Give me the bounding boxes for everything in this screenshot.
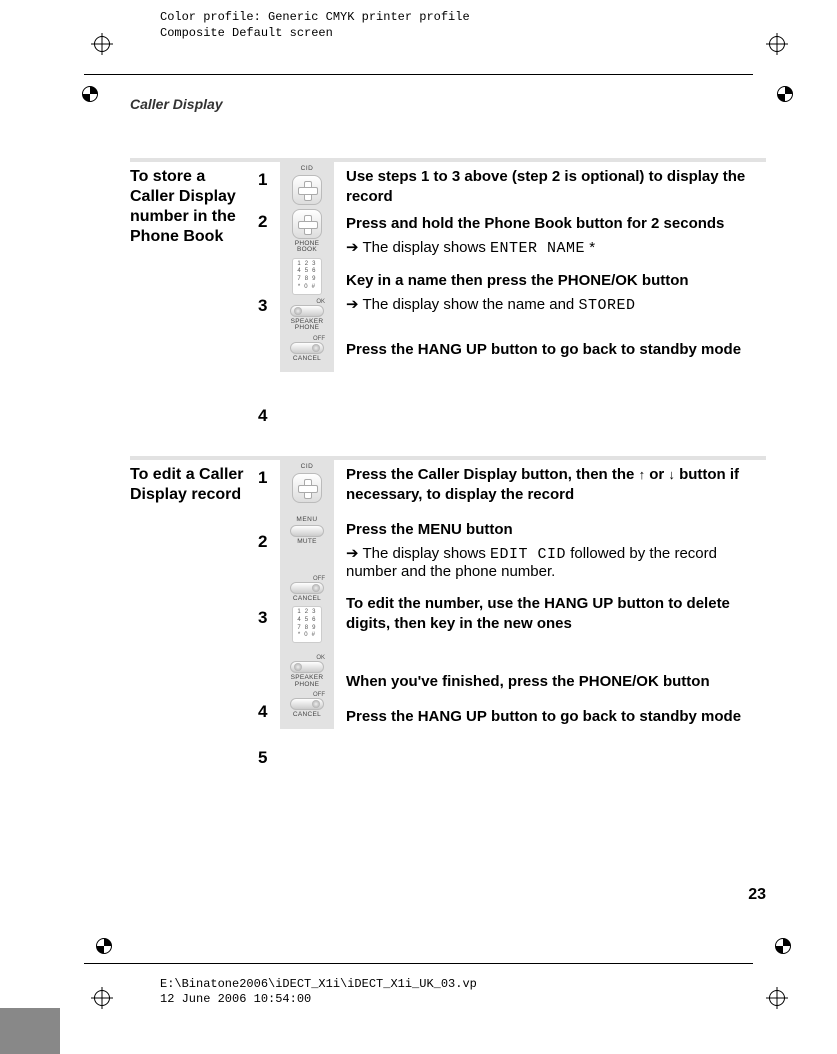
registration-mark-icon bbox=[769, 990, 785, 1006]
step-text: Press the MENU button bbox=[346, 520, 766, 540]
step-number: 2 bbox=[258, 212, 280, 232]
crop-line-bottom bbox=[84, 963, 753, 964]
icon-column: CID PHONE BOOK 1 2 3 4 5 6 7 8 9 * 0 # O… bbox=[280, 162, 334, 372]
prepress-line1: Color profile: Generic CMYK printer prof… bbox=[160, 10, 470, 26]
crop-line-top bbox=[84, 74, 753, 75]
result-line: ➔ The display shows EDIT CID followed by… bbox=[346, 544, 766, 580]
step-text: To edit the number, use the HANG UP butt… bbox=[346, 594, 766, 635]
step-number: 3 bbox=[258, 608, 280, 628]
keypad-icon: 1 2 3 4 5 6 7 8 9 * 0 # bbox=[284, 606, 330, 643]
prepress-line2: Composite Default screen bbox=[160, 26, 470, 42]
phone-book-button-icon: PHONE BOOK bbox=[284, 209, 330, 254]
instruction-column: Press the Caller Display button, then th… bbox=[334, 460, 766, 727]
registration-mark-icon bbox=[94, 36, 110, 52]
hangup-cancel-button-icon: OFF CANCEL bbox=[284, 692, 330, 719]
step-number: 3 bbox=[258, 296, 280, 316]
step-number: 4 bbox=[258, 406, 280, 426]
gray-calibration-strip bbox=[0, 1008, 60, 1054]
procedure-title: To edit a Caller Display record bbox=[130, 460, 258, 505]
step-number: 1 bbox=[258, 468, 280, 488]
step-text: Press the HANG UP button to go back to s… bbox=[346, 707, 766, 727]
page-number: 23 bbox=[748, 886, 766, 904]
step-number: 5 bbox=[258, 748, 280, 768]
prepress-datetime: 12 June 2006 10:54:00 bbox=[160, 992, 477, 1008]
instruction-column: Use steps 1 to 3 above (step 2 is option… bbox=[334, 162, 766, 360]
ok-speakerphone-button-icon: OK SPEAKER PHONE bbox=[284, 299, 330, 332]
registration-quadrant-icon bbox=[96, 938, 112, 954]
step-text: Press and hold the Phone Book button for… bbox=[346, 214, 766, 234]
step-text: Key in a name then press the PHONE/OK bu… bbox=[346, 271, 766, 291]
step-number: 1 bbox=[258, 170, 280, 190]
cid-button-icon: CID bbox=[284, 166, 330, 205]
result-line: ➔ The display show the name and STORED bbox=[346, 295, 766, 314]
prepress-footer: E:\Binatone2006\iDECT_X1i\iDECT_X1i_UK_0… bbox=[160, 977, 477, 1008]
step-number: 4 bbox=[258, 702, 280, 722]
step-number-column: 1 2 3 4 bbox=[258, 162, 280, 426]
procedure-title: To store a Caller Display number in the … bbox=[130, 162, 258, 247]
step-text: Press the HANG UP button to go back to s… bbox=[346, 340, 766, 360]
registration-quadrant-icon bbox=[82, 86, 98, 102]
keypad-icon: 1 2 3 4 5 6 7 8 9 * 0 # bbox=[284, 258, 330, 295]
procedure-store-number: To store a Caller Display number in the … bbox=[130, 158, 766, 426]
registration-mark-icon bbox=[769, 36, 785, 52]
step-number: 2 bbox=[258, 532, 280, 552]
registration-mark-icon bbox=[94, 990, 110, 1006]
step-text: When you've finished, press the PHONE/OK… bbox=[346, 672, 766, 692]
step-text: Press the Caller Display button, then th… bbox=[346, 465, 766, 506]
registration-quadrant-icon bbox=[777, 86, 793, 102]
prepress-filepath: E:\Binatone2006\iDECT_X1i\iDECT_X1i_UK_0… bbox=[160, 977, 477, 993]
menu-mute-button-icon: MENU MUTE bbox=[284, 517, 330, 546]
prepress-header: Color profile: Generic CMYK printer prof… bbox=[160, 10, 470, 41]
page-content: Caller Display To store a Caller Display… bbox=[130, 96, 766, 798]
procedure-edit-record: To edit a Caller Display record 1 2 3 4 … bbox=[130, 456, 766, 768]
result-line: ➔ The display shows ENTER NAME * bbox=[346, 238, 766, 257]
step-number-column: 1 2 3 4 5 bbox=[258, 460, 280, 768]
ok-speakerphone-button-icon: OK SPEAKER PHONE bbox=[284, 655, 330, 688]
cid-button-icon: CID bbox=[284, 464, 330, 503]
step-text: Use steps 1 to 3 above (step 2 is option… bbox=[346, 167, 766, 208]
hangup-cancel-button-icon: OFF CANCEL bbox=[284, 336, 330, 363]
hangup-cancel-button-icon: OFF CANCEL bbox=[284, 576, 330, 603]
icon-column: CID MENU MUTE OFF CANCEL 1 2 3 4 5 6 7 8… bbox=[280, 460, 334, 729]
registration-quadrant-icon bbox=[775, 938, 791, 954]
section-header: Caller Display bbox=[130, 96, 766, 112]
